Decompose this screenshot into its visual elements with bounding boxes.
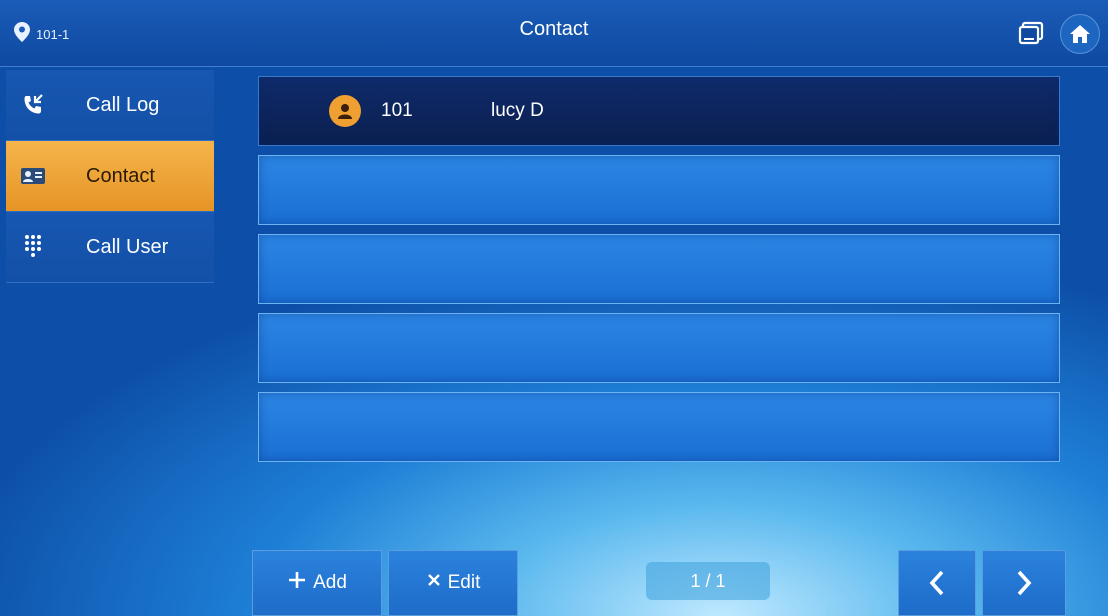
- bottom-toolbar: Add Edit 1 / 1: [0, 548, 1108, 616]
- edit-label: Edit: [447, 572, 481, 593]
- sidebar-item-label: Call Log: [86, 93, 160, 116]
- contact-number: 101: [381, 100, 413, 121]
- home-button[interactable]: [1060, 14, 1100, 54]
- dialpad-icon: [10, 234, 56, 260]
- list-item[interactable]: [258, 392, 1060, 462]
- sidebar-item-call-user[interactable]: Call User: [6, 212, 214, 283]
- add-label: Add: [313, 572, 347, 593]
- previous-page-button[interactable]: [898, 550, 976, 616]
- chevron-right-icon: [1017, 570, 1032, 596]
- chevron-left-icon: [929, 570, 944, 596]
- monitor-icon: [1018, 21, 1044, 45]
- home-icon: [1070, 25, 1090, 43]
- monitor-switch-button[interactable]: [1012, 15, 1050, 53]
- sidebar: Call Log Contact Call User: [6, 70, 214, 283]
- plus-icon: [287, 570, 307, 596]
- add-button[interactable]: Add: [252, 550, 382, 616]
- list-item[interactable]: [258, 234, 1060, 304]
- close-x-icon: [426, 572, 442, 594]
- next-page-button[interactable]: [982, 550, 1066, 616]
- contact-card-icon: [10, 166, 56, 186]
- sidebar-item-label: Call User: [86, 235, 169, 258]
- list-item[interactable]: [258, 313, 1060, 383]
- phone-log-icon: [10, 93, 56, 117]
- sidebar-item-call-log[interactable]: Call Log: [6, 70, 214, 141]
- edit-button[interactable]: Edit: [388, 550, 518, 616]
- contact-name: lucy D: [491, 100, 544, 121]
- top-bar: 101-1 Contact: [0, 0, 1108, 67]
- page-indicator: 1 / 1: [646, 562, 770, 600]
- sidebar-item-contact[interactable]: Contact: [6, 141, 214, 212]
- list-item[interactable]: [258, 155, 1060, 225]
- page-title: Contact: [519, 18, 589, 40]
- contact-list: 101 lucy D: [258, 76, 1060, 471]
- contact-avatar-icon: [329, 95, 361, 127]
- list-item[interactable]: 101 lucy D: [258, 76, 1060, 146]
- sidebar-item-label: Contact: [86, 164, 155, 187]
